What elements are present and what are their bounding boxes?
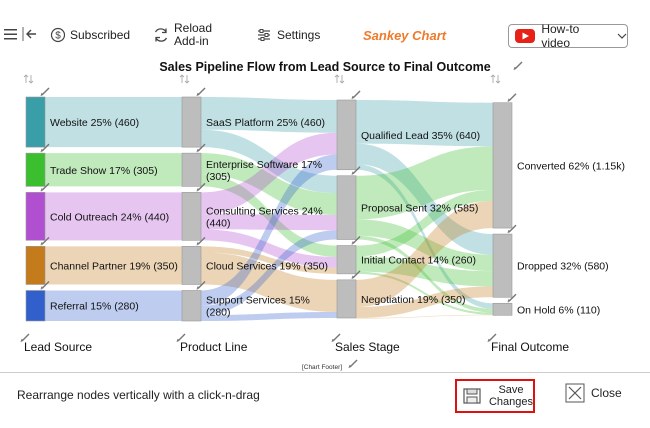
stage-label-3: Final Outcome bbox=[491, 340, 569, 354]
sankey-chart: Website 25% (460) Trade Show 17% (305) Col… bbox=[0, 55, 650, 375]
stage-label-1: Product Line bbox=[180, 340, 248, 354]
node-hold bbox=[492, 302, 513, 316]
settings-button[interactable]: Settings bbox=[256, 26, 320, 44]
youtube-icon bbox=[515, 29, 535, 43]
sliders-icon bbox=[258, 29, 270, 41]
howto-video-dropdown[interactable]: How-to video bbox=[508, 22, 628, 50]
edit-node-conv-icon bbox=[507, 93, 517, 102]
sort-stage-1-icon bbox=[179, 74, 190, 84]
node-cloud bbox=[181, 246, 202, 285]
settings-label: Settings bbox=[277, 28, 321, 42]
node-drop bbox=[492, 233, 513, 298]
drag-hint-text: Rearrange nodes vertically with a click-… bbox=[17, 388, 260, 402]
node-label-hold: On Hold 6% (110) bbox=[517, 304, 600, 316]
node-prop bbox=[336, 175, 357, 240]
edit-title-icon bbox=[513, 61, 523, 71]
edit-node-web-icon bbox=[40, 87, 50, 97]
node-ent bbox=[181, 152, 202, 187]
stage-label-2: Sales Stage bbox=[335, 340, 400, 354]
subscribed-label: Subscribed bbox=[70, 28, 131, 42]
node-cold bbox=[25, 192, 46, 241]
node-label-qual: Qualified Lead 35% (640) bbox=[361, 130, 480, 142]
node-init bbox=[336, 245, 357, 275]
chart-title: Sales Pipeline Flow from Lead Source to … bbox=[159, 60, 490, 74]
node-label-prop: Proposal Sent 32% (585) bbox=[361, 203, 478, 215]
save-label-line1: Save bbox=[498, 384, 524, 396]
sankey-svg: Website 25% (460) Trade Show 17% (305) Col… bbox=[20, 60, 625, 371]
edit-footer-icon bbox=[348, 359, 358, 369]
node-nego bbox=[336, 279, 357, 319]
node-label-web: Website 25% (460) bbox=[50, 117, 139, 129]
sort-stage-2-icon bbox=[334, 74, 345, 84]
dollar-icon: $ bbox=[50, 27, 66, 43]
node-label-partner: Channel Partner 19% (350) bbox=[50, 260, 178, 272]
node-label-ref: Referral 15% (280) bbox=[50, 301, 139, 313]
node-partner bbox=[25, 246, 46, 285]
node-conv bbox=[492, 102, 513, 229]
node-label-drop: Dropped 32% (580) bbox=[517, 261, 609, 273]
save-changes-button[interactable]: Save Changes bbox=[455, 379, 535, 413]
save-label-line2: Changes bbox=[488, 396, 533, 408]
close-icon bbox=[565, 383, 585, 403]
reload-label-line2: Add-in bbox=[174, 34, 209, 48]
refresh-icon bbox=[154, 28, 168, 42]
node-label-cold: Cold Outreach 24% (440) bbox=[50, 211, 169, 223]
node-cons bbox=[181, 192, 202, 241]
close-button[interactable]: Close bbox=[565, 383, 622, 403]
node-saas bbox=[181, 96, 202, 148]
chevron-down-icon bbox=[617, 33, 627, 39]
svg-text:$: $ bbox=[55, 31, 61, 42]
footer-bar: Rearrange nodes vertically with a click-… bbox=[0, 372, 650, 428]
sort-stage-3-icon bbox=[490, 74, 501, 84]
node-label-cloud: Cloud Services 19% (350) bbox=[206, 260, 328, 272]
back-button[interactable] bbox=[22, 26, 38, 42]
node-qual bbox=[336, 99, 357, 171]
howto-label: How-to video bbox=[541, 22, 580, 50]
save-icon bbox=[463, 388, 481, 404]
menu-button[interactable] bbox=[3, 26, 19, 42]
node-label-saas: SaaS Platform 25% (460) bbox=[206, 117, 325, 129]
node-label-trade: Trade Show 17% (305) bbox=[50, 165, 158, 177]
arrow-left-icon bbox=[22, 27, 36, 41]
node-trade bbox=[25, 152, 46, 187]
close-label: Close bbox=[591, 386, 622, 400]
hamburger-icon bbox=[4, 29, 17, 40]
edit-node-qual-icon bbox=[351, 90, 361, 100]
node-label-nego: Negotiation 19% (350) bbox=[361, 294, 465, 306]
subscribed-button[interactable]: $ Subscribed bbox=[50, 26, 130, 44]
stage-label-0: Lead Source bbox=[24, 340, 92, 354]
node-label-init: Initial Contact 14% (260) bbox=[361, 255, 476, 267]
edit-node-saas-icon bbox=[196, 87, 206, 97]
node-ref bbox=[25, 290, 46, 322]
reload-addin-button[interactable]: Reload Add-in bbox=[152, 21, 212, 49]
node-label-conv: Converted 62% (1.15k) bbox=[517, 160, 625, 172]
node-web bbox=[25, 96, 46, 148]
node-supp bbox=[181, 290, 202, 322]
chart-footer-label: [Chart Footer] bbox=[302, 364, 342, 371]
sort-stage-0-icon bbox=[23, 74, 34, 84]
app-title: Sankey Chart bbox=[363, 28, 447, 43]
